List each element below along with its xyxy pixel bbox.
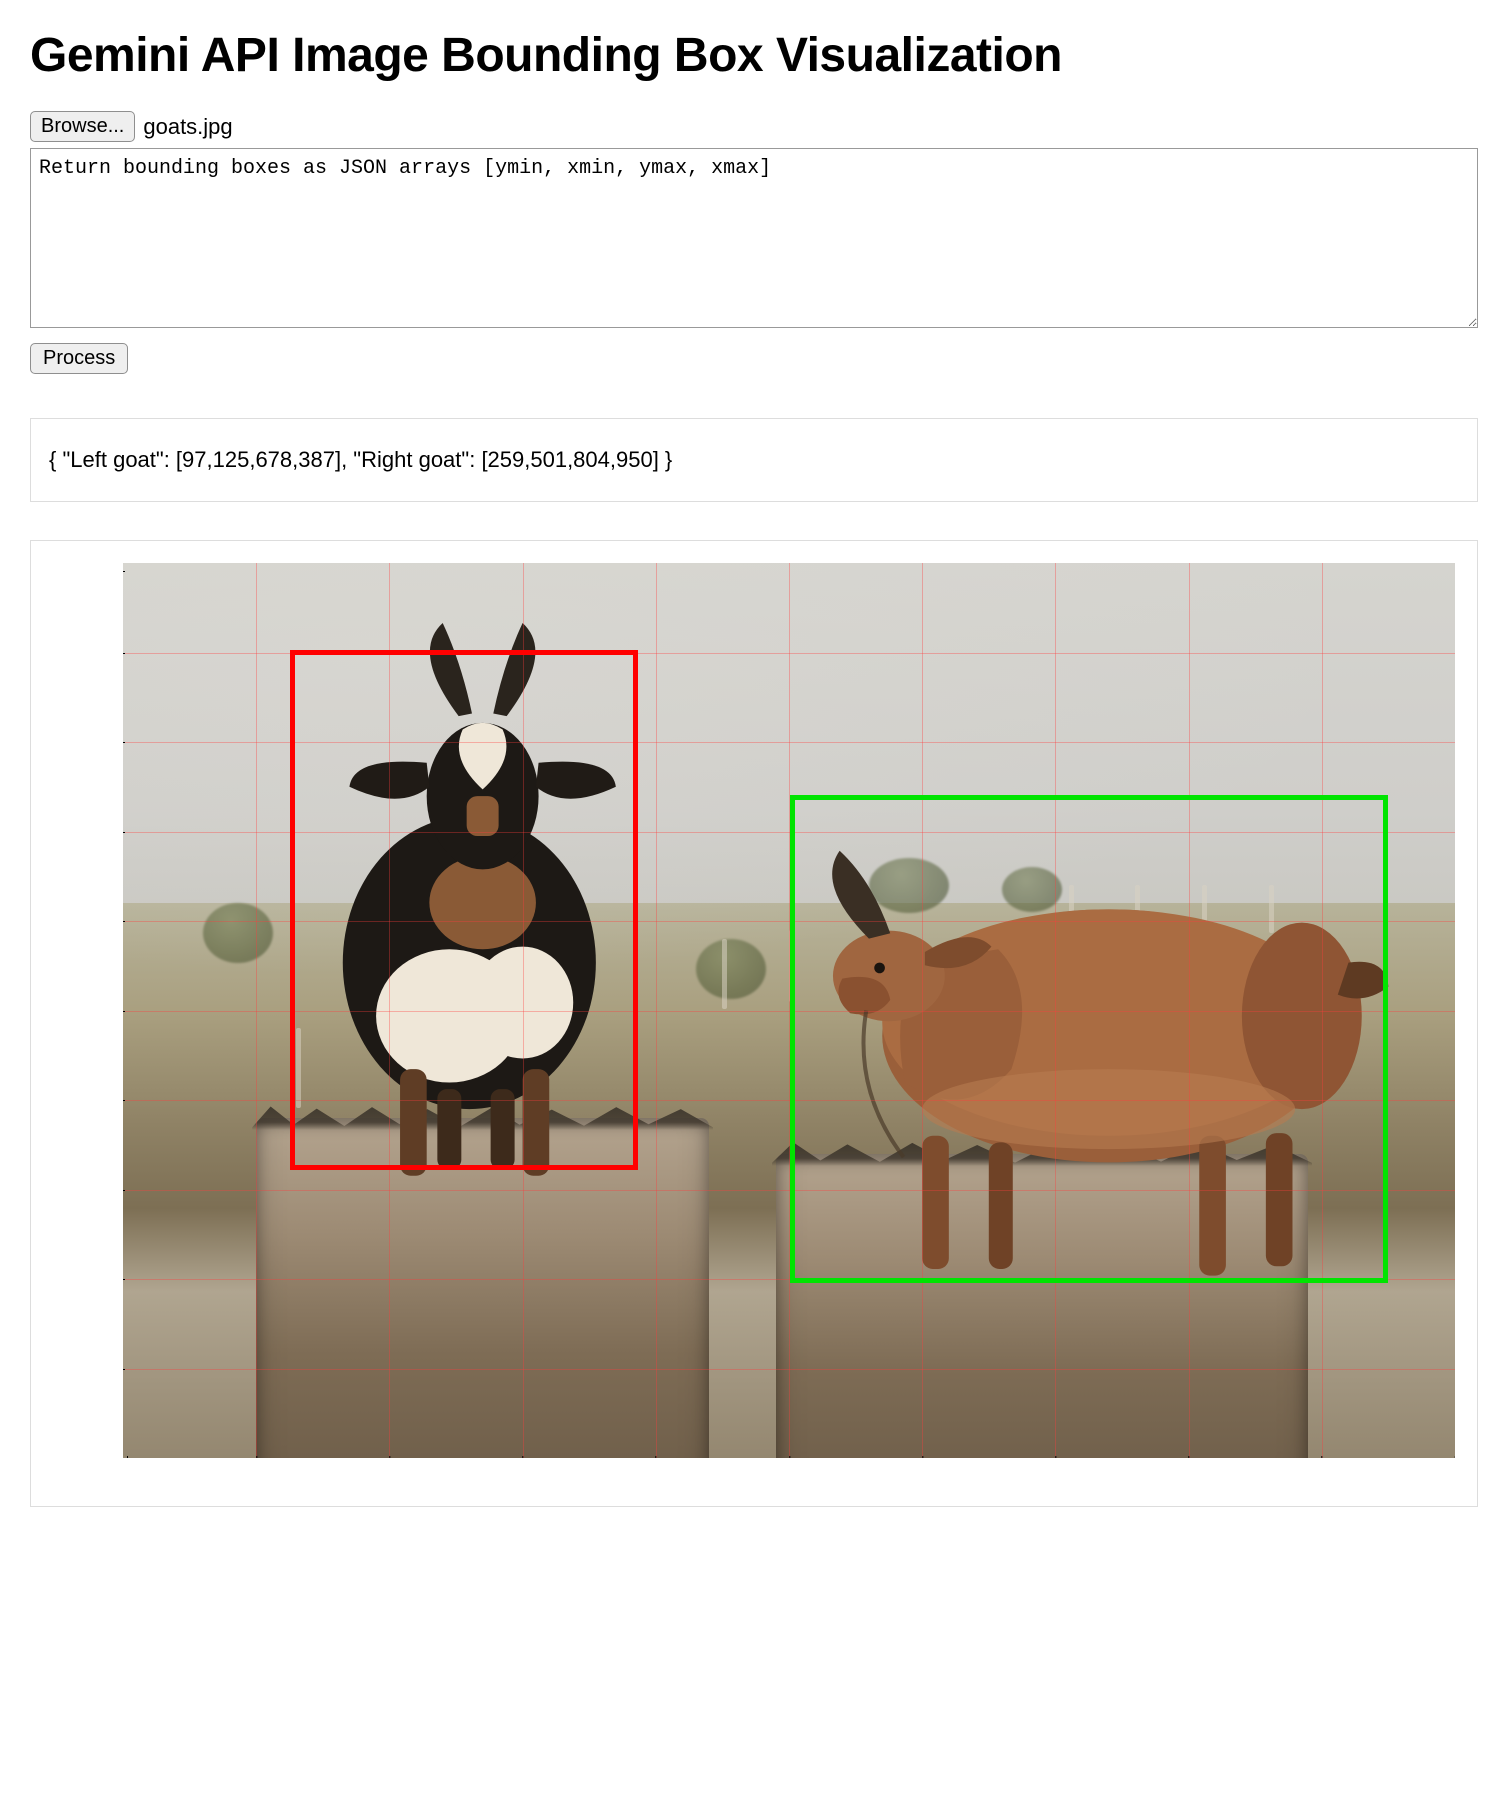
process-button[interactable]: Process [30, 343, 128, 374]
response-output: { "Left goat": [97,125,678,387], "Right … [30, 418, 1478, 502]
right-goat-shape [832, 851, 1388, 1276]
photo-background [123, 563, 1455, 1458]
page-title: Gemini API Image Bounding Box Visualizat… [30, 28, 1478, 83]
selected-file-name: goats.jpg [143, 114, 232, 140]
visualization-panel: 0100200300400500600700800900100001002003… [30, 540, 1478, 1507]
plot-area: 0100200300400500600700800900100001002003… [123, 563, 1455, 1458]
left-goat-shape [343, 623, 616, 1176]
goats-illustration [123, 563, 1455, 1458]
file-input-row: Browse... goats.jpg [30, 111, 1478, 142]
image-stage: 0100200300400500600700800900100001002003… [123, 563, 1455, 1458]
browse-button[interactable]: Browse... [30, 111, 135, 142]
prompt-textarea[interactable] [30, 148, 1478, 328]
